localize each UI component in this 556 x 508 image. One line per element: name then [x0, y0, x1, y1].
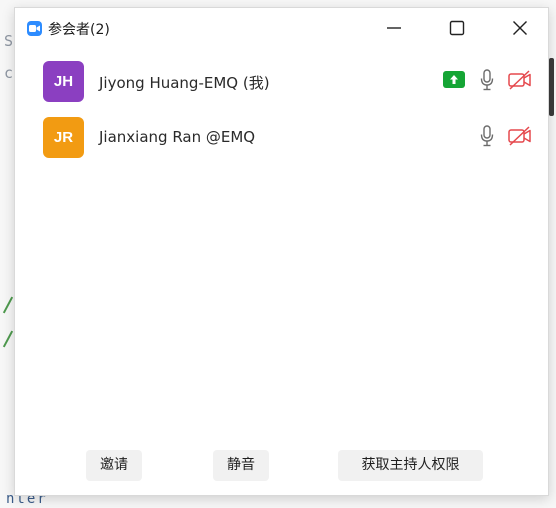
avatar: JR [43, 117, 84, 158]
invite-button[interactable]: 邀请 [86, 450, 142, 481]
video-off-icon[interactable] [507, 69, 533, 91]
zoom-app-icon [27, 21, 42, 36]
close-icon [513, 21, 527, 35]
avatar: JH [43, 61, 84, 102]
mute-all-button[interactable]: 静音 [213, 450, 269, 481]
minimize-icon [387, 27, 401, 29]
background-diff-marker [2, 296, 14, 314]
close-button[interactable] [497, 8, 543, 48]
mic-icon[interactable] [479, 124, 495, 148]
title-bar[interactable]: 参会者(2) [15, 8, 548, 48]
background-diff-marker [2, 330, 14, 348]
participant-row[interactable]: JR Jianxiang Ran @EMQ [15, 110, 548, 164]
mic-icon[interactable] [479, 68, 495, 92]
screen-share-icon [443, 71, 465, 88]
window-title: 参会者(2) [48, 22, 110, 38]
maximize-button[interactable] [434, 8, 480, 48]
minimize-button[interactable] [371, 8, 417, 48]
participant-name: Jiyong Huang-EMQ (我) [99, 74, 270, 92]
video-off-icon[interactable] [507, 125, 533, 147]
background-scrollbar[interactable] [549, 58, 554, 116]
maximize-icon [449, 20, 465, 36]
claim-host-button[interactable]: 获取主持人权限 [338, 450, 483, 481]
participants-window: 参会者(2) JH Jiyong Huang-EMQ (我) JR Jianxi… [14, 7, 549, 496]
background-text: c [4, 64, 14, 82]
background-text: S [4, 32, 14, 50]
participant-row[interactable]: JH Jiyong Huang-EMQ (我) [15, 54, 548, 108]
participant-name: Jianxiang Ran @EMQ [99, 128, 256, 146]
